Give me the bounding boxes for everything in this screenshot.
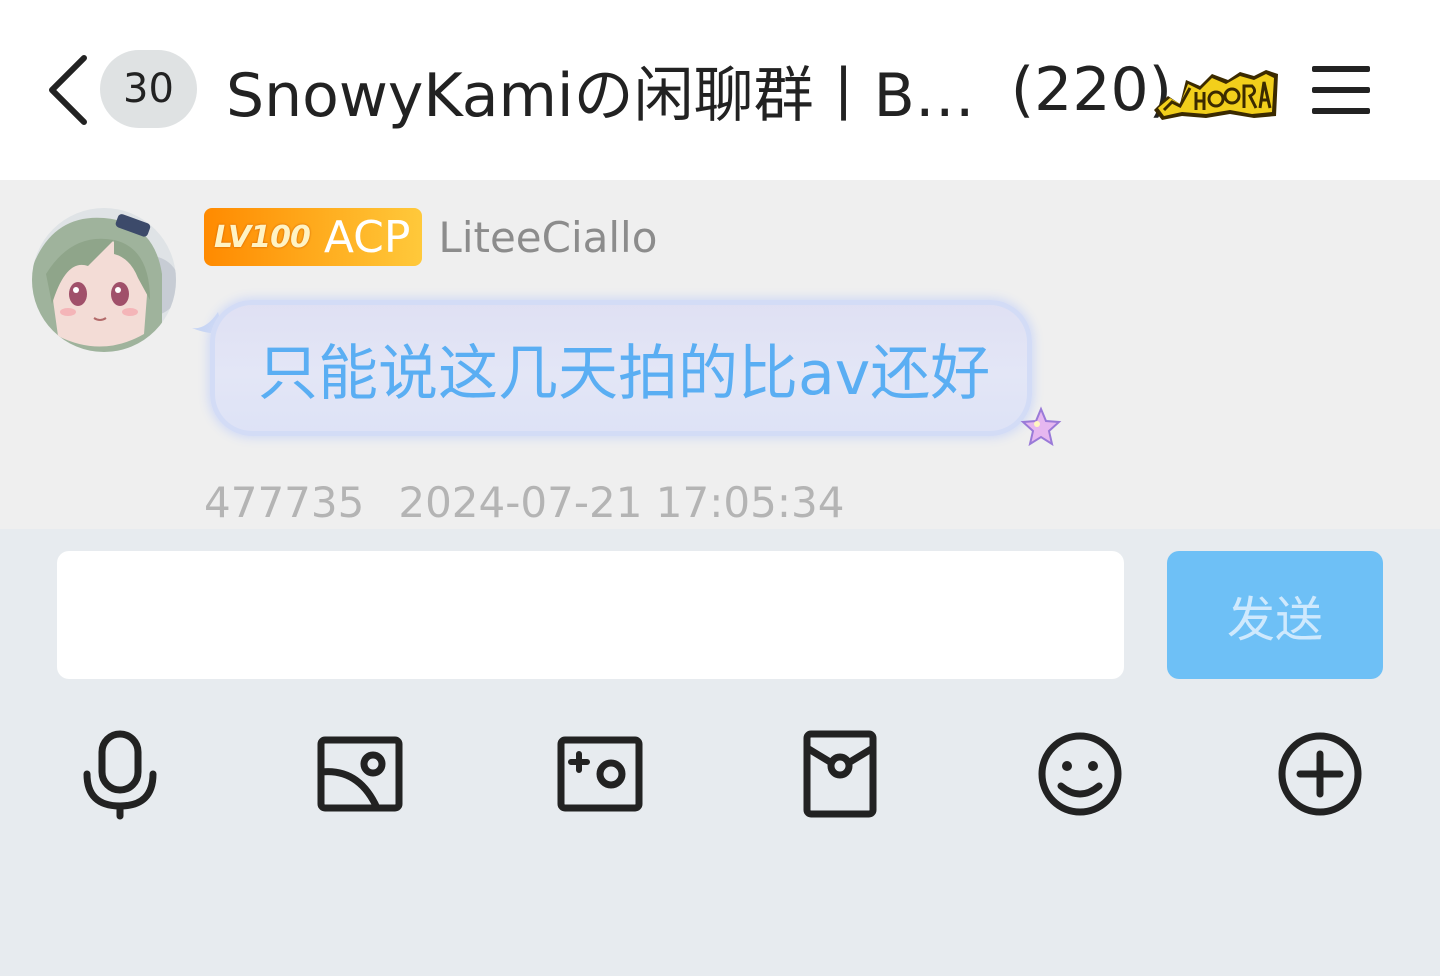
sender-username[interactable]: LiteeCiallo [438, 213, 657, 262]
avatar-image [32, 208, 176, 352]
star-icon [1020, 406, 1062, 447]
image-icon [317, 736, 403, 812]
member-title: ACP [323, 211, 411, 263]
sender-avatar[interactable] [32, 208, 176, 352]
message-list[interactable]: LV100 ACP LiteeCiallo 只能说这几天拍的比av还好 4777… [0, 180, 1440, 529]
emoji-icon [1038, 732, 1122, 816]
voice-button[interactable] [75, 728, 165, 820]
chat-screen: 30 SnowyKamiの闲聊群丨B… (220) LV100 ACP Lite… [0, 0, 1440, 976]
emoji-button[interactable] [1035, 728, 1125, 820]
message-meta: 477735 2024-07-21 17:05:34 [204, 478, 844, 527]
message-bubble[interactable]: 只能说这几天拍的比av还好 [210, 300, 1032, 436]
camera-icon [557, 736, 643, 812]
back-icon[interactable] [44, 52, 94, 128]
sender-name-row: LV100 ACP LiteeCiallo [204, 208, 657, 266]
image-button[interactable] [315, 728, 405, 820]
group-title: SnowyKamiの闲聊群丨B… [226, 60, 975, 131]
plus-icon [1278, 732, 1362, 816]
menu-icon[interactable] [1310, 62, 1372, 118]
send-button[interactable]: 发送 [1167, 551, 1383, 679]
unread-count-badge[interactable]: 30 [100, 50, 197, 128]
microphone-icon [83, 730, 157, 820]
member-level-badge[interactable]: LV100 ACP [204, 208, 423, 266]
more-button[interactable] [1275, 728, 1365, 820]
red-packet-button[interactable] [795, 728, 885, 820]
message-input[interactable] [57, 551, 1124, 679]
hooray-badge-icon [1154, 70, 1278, 120]
red-packet-icon [803, 730, 877, 818]
level-label: LV100 [214, 219, 311, 255]
sender-id: 477735 [204, 478, 365, 527]
member-count: (220) [1010, 55, 1173, 125]
chat-header: 30 SnowyKamiの闲聊群丨B… (220) [0, 0, 1440, 180]
message-text: 只能说这几天拍的比av还好 [258, 338, 991, 409]
message-timestamp: 2024-07-21 17:05:34 [398, 478, 845, 527]
group-title-area[interactable]: SnowyKamiの闲聊群丨B… (220) [226, 50, 1173, 131]
camera-button[interactable] [555, 728, 645, 820]
